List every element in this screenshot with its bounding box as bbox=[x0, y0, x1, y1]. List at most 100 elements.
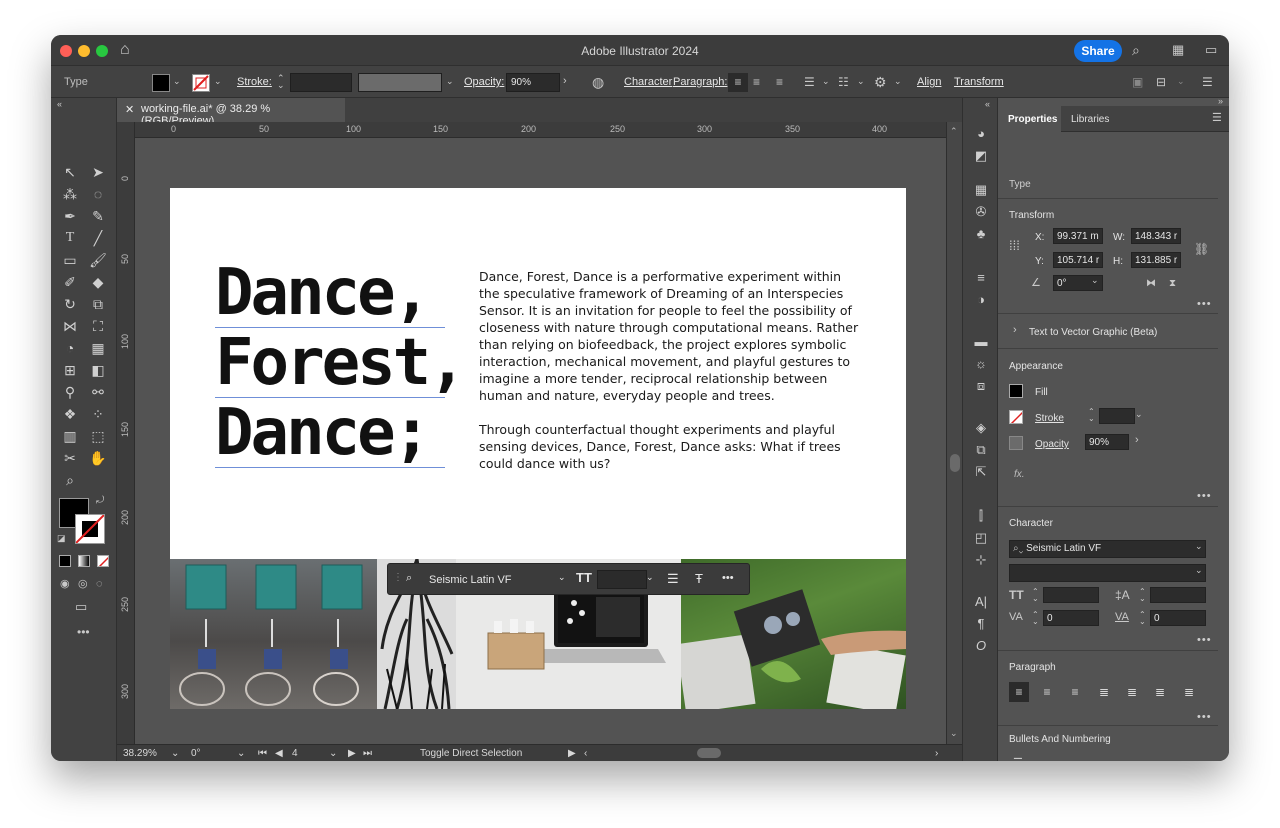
stroke-weight-field[interactable] bbox=[1099, 408, 1135, 424]
gradient-panel-icon[interactable]: ▬ bbox=[972, 334, 990, 350]
vertical-scrollbar[interactable]: ⌃ ⌄ bbox=[946, 122, 962, 744]
swap-colors-icon[interactable]: ⤾ bbox=[96, 496, 104, 506]
perspective-grid-tool-icon[interactable]: ▦ bbox=[87, 338, 109, 358]
width-field[interactable]: 148.343 r bbox=[1131, 228, 1181, 244]
chevron-down-icon[interactable]: ⌄ bbox=[1177, 77, 1185, 86]
font-size-field[interactable] bbox=[1043, 587, 1099, 603]
horizontal-scroll-thumb[interactable] bbox=[697, 748, 721, 758]
tab-libraries[interactable]: Libraries bbox=[1071, 114, 1109, 125]
document-tab[interactable]: ✕ working-file.ai* @ 38.29 % (RGB/Previe… bbox=[117, 98, 345, 127]
opentype-panel-icon[interactable]: O bbox=[972, 638, 990, 654]
stepper-icon[interactable]: ⌃ ⌄ bbox=[1032, 611, 1039, 626]
color-mode-button[interactable] bbox=[59, 555, 71, 567]
chevron-down-icon[interactable]: ⌄ bbox=[237, 748, 245, 759]
hand-tool-icon[interactable]: ✋ bbox=[87, 448, 109, 468]
transform-link[interactable]: Transform bbox=[954, 76, 1004, 88]
constrain-proportions-icon[interactable]: ⛓ bbox=[1194, 243, 1209, 255]
chevron-down-icon[interactable]: ⌄ bbox=[1135, 410, 1143, 419]
last-artboard-icon[interactable]: ⏭ bbox=[363, 748, 372, 759]
stroke-panel-icon[interactable]: ≡ bbox=[972, 270, 990, 286]
symbols-panel-icon[interactable]: ♣ bbox=[972, 226, 990, 242]
paragraph-options-icon[interactable]: ☰ bbox=[667, 571, 679, 587]
color-guide-icon[interactable]: ◩ bbox=[972, 148, 990, 164]
chevron-down-icon[interactable]: ⌄ bbox=[894, 77, 902, 86]
slice-tool-icon[interactable]: ✂ bbox=[59, 448, 81, 468]
first-artboard-icon[interactable]: ⏮ bbox=[258, 748, 267, 759]
chevron-down-icon[interactable]: ⌄ bbox=[646, 572, 654, 583]
chevron-down-icon[interactable]: ⌄ bbox=[822, 77, 830, 86]
panel-layout-icon[interactable]: ▭ bbox=[1205, 43, 1217, 56]
panel-menu-icon[interactable]: ☰ bbox=[1202, 76, 1213, 88]
scroll-left-icon[interactable]: ‹ bbox=[584, 748, 587, 759]
stroke-weight-field[interactable] bbox=[290, 73, 352, 92]
chevron-down-icon[interactable]: ⌄ bbox=[171, 748, 179, 759]
direct-selection-tool-icon[interactable]: ➤ bbox=[87, 162, 109, 182]
default-colors-icon[interactable]: ◪ bbox=[57, 534, 66, 543]
collapse-panel-icon[interactable]: » bbox=[1218, 97, 1223, 106]
y-position-field[interactable]: 105.714 r bbox=[1053, 252, 1103, 268]
paragraph-link[interactable]: Paragraph: bbox=[673, 76, 727, 88]
scroll-up-icon[interactable]: ⌃ bbox=[950, 126, 958, 137]
transform-panel-icon[interactable]: ⊹ bbox=[972, 552, 990, 568]
chevron-down-icon[interactable]: ⌄ bbox=[1195, 566, 1203, 575]
artboard[interactable]: Dance, Forest, Dance; Dance, Forest, Dan… bbox=[170, 188, 906, 709]
kerning-field[interactable]: 0 bbox=[1043, 610, 1099, 626]
mesh-tool-icon[interactable]: ⊞ bbox=[59, 360, 81, 380]
eyedropper-tool-icon[interactable]: ⚲ bbox=[59, 382, 81, 402]
align-left-icon[interactable]: ≡ bbox=[1009, 682, 1029, 702]
screen-mode-icon[interactable]: ▭ bbox=[75, 600, 87, 613]
bullets-icon[interactable]: ☰ bbox=[1013, 758, 1023, 762]
justify-all-icon[interactable]: ≣ bbox=[1179, 682, 1199, 702]
align-right-icon[interactable]: ≡ bbox=[776, 76, 783, 88]
zoom-tool-icon[interactable]: ⌕ bbox=[59, 470, 81, 490]
workspace-switcher-icon[interactable]: ▦ bbox=[1172, 43, 1184, 56]
leading-field[interactable] bbox=[1150, 587, 1206, 603]
flip-vertical-icon[interactable]: ⧗ bbox=[1169, 279, 1176, 289]
numbering-icon[interactable]: ☷ bbox=[838, 76, 849, 88]
collapse-dock-icon[interactable]: « bbox=[985, 100, 990, 109]
draw-normal-icon[interactable]: ◉ bbox=[60, 579, 70, 590]
character-link[interactable]: Character bbox=[624, 76, 672, 88]
zoom-level-field[interactable]: 38.29% bbox=[123, 748, 157, 759]
chevron-right-icon[interactable]: › bbox=[1135, 435, 1139, 446]
more-options-icon[interactable]: ••• bbox=[722, 572, 734, 584]
chevron-down-icon[interactable]: ⌄ bbox=[173, 77, 181, 86]
chevron-right-icon[interactable]: › bbox=[1013, 325, 1017, 336]
align-left-icon[interactable]: ≡ bbox=[728, 73, 748, 92]
more-options-icon[interactable]: ••• bbox=[1197, 634, 1212, 646]
more-options-icon[interactable]: ••• bbox=[1197, 711, 1212, 723]
gradient-mode-button[interactable] bbox=[78, 555, 90, 567]
opacity-swatch[interactable] bbox=[1009, 436, 1023, 450]
scroll-right-icon[interactable]: › bbox=[935, 748, 938, 759]
more-options-icon[interactable]: ••• bbox=[1197, 298, 1212, 310]
chevron-right-icon[interactable]: › bbox=[563, 76, 567, 87]
flip-horizontal-icon[interactable]: ⧓ bbox=[1146, 279, 1156, 289]
stepper-icon[interactable]: ⌃ ⌄ bbox=[1139, 588, 1146, 603]
align-center-icon[interactable]: ≡ bbox=[1037, 682, 1057, 702]
appearance-panel-icon[interactable]: ◑ bbox=[972, 292, 990, 308]
photo-arduino-servos[interactable] bbox=[170, 559, 377, 709]
magic-wand-tool-icon[interactable]: ⁂ bbox=[59, 184, 81, 204]
stepper-icon[interactable]: ⌃ ⌄ bbox=[1088, 408, 1095, 423]
status-menu-icon[interactable]: ▶ bbox=[568, 748, 576, 759]
symbol-sprayer-tool-icon[interactable]: ⁘ bbox=[87, 404, 109, 424]
fx-button[interactable]: fx. bbox=[1014, 469, 1025, 480]
align-right-icon[interactable]: ≡ bbox=[1065, 682, 1085, 702]
justify-left-icon[interactable]: ≣ bbox=[1094, 682, 1114, 702]
tracking-field[interactable]: 0 bbox=[1150, 610, 1206, 626]
text-to-vector-section[interactable]: Text to Vector Graphic (Beta) bbox=[1029, 327, 1157, 338]
rectangle-tool-icon[interactable]: ▭ bbox=[59, 250, 81, 270]
color-panel-icon[interactable]: ◕ bbox=[972, 126, 990, 142]
opacity-field[interactable]: 90% bbox=[1085, 434, 1129, 450]
eraser-tool-icon[interactable]: ◆ bbox=[87, 272, 109, 292]
justify-center-icon[interactable]: ≣ bbox=[1122, 682, 1142, 702]
chevron-down-icon[interactable]: ⌄ bbox=[1091, 276, 1099, 285]
chevron-down-icon[interactable]: ⌄ bbox=[857, 77, 865, 86]
edit-toolbar-icon[interactable]: ••• bbox=[77, 626, 90, 638]
stroke-swatch[interactable] bbox=[192, 74, 210, 92]
gradient-tool-icon[interactable]: ◧ bbox=[87, 360, 109, 380]
image-trace-panel-icon[interactable]: ⧈ bbox=[972, 378, 990, 394]
column-graph-tool-icon[interactable]: ▥ bbox=[59, 426, 81, 446]
selection-tool-icon[interactable]: ↖ bbox=[59, 162, 81, 182]
layers-panel-icon[interactable]: ◈ bbox=[972, 420, 990, 436]
